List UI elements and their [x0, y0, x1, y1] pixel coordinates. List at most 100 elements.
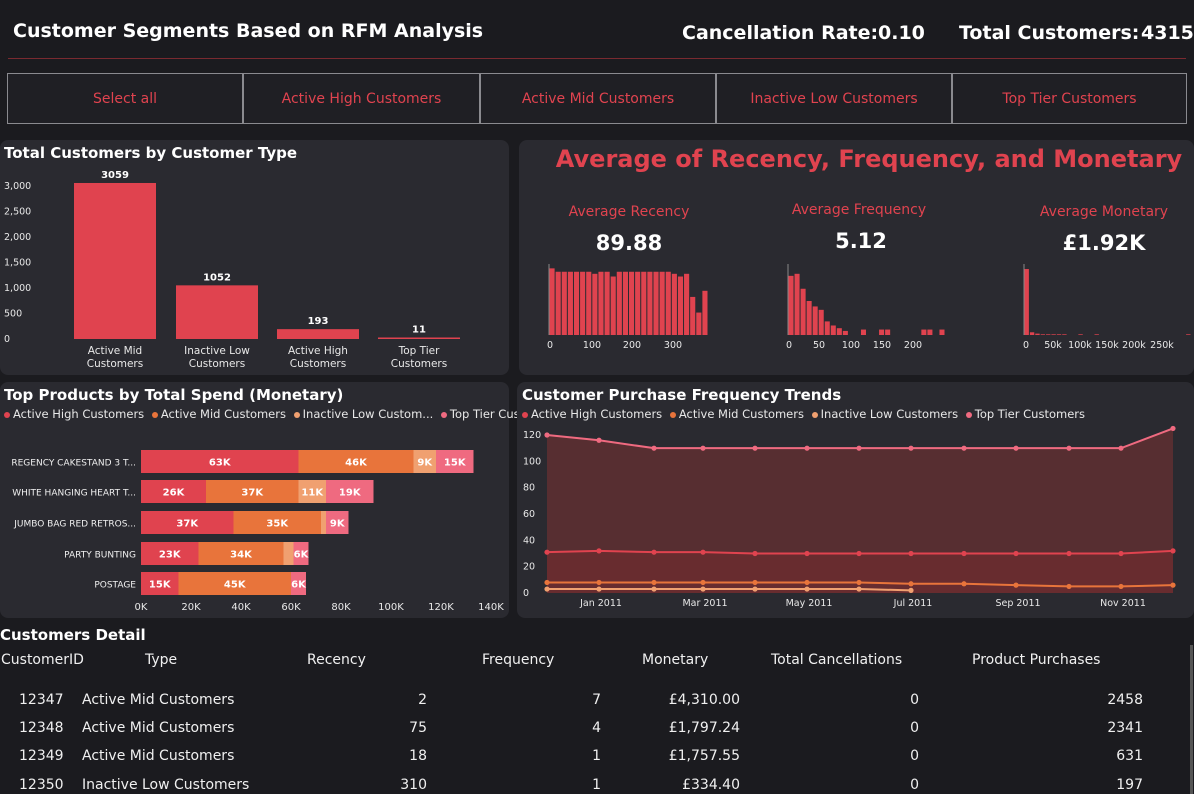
recency-bar: [629, 271, 635, 335]
frequency-bar: [927, 329, 933, 335]
total-customers-label: Total Customers:: [959, 22, 1140, 44]
segment-label: 6K: [294, 550, 310, 561]
column-header-product-purchases[interactable]: Product Purchases: [972, 652, 1100, 668]
x-tick-label: May 2011: [786, 598, 833, 609]
monetary-bar: [1046, 334, 1051, 335]
data-label: 3059: [101, 170, 129, 181]
product-label: WHITE HANGING HEART T...: [12, 489, 136, 499]
x-tick-label: 60K: [281, 602, 301, 613]
frequency-bar: [860, 329, 866, 335]
frequency-tick-label: 200: [904, 340, 922, 351]
y-tick-label: 40: [523, 535, 535, 546]
column-header-type[interactable]: Type: [145, 652, 177, 668]
recency-bar: [549, 268, 555, 335]
frequency-tick-label: 0: [786, 340, 792, 351]
y-tick-label: 20: [523, 562, 535, 573]
dashboard-title: Customer Segments Based on RFM Analysis: [13, 20, 484, 42]
recency-bar: [659, 271, 665, 335]
segment-label: 35K: [266, 519, 289, 530]
monetary-bar: [1029, 332, 1035, 335]
x-tick-label: Inactive Low: [184, 345, 250, 357]
data-point: [1013, 582, 1019, 588]
data-point: [856, 586, 862, 592]
slicer-inactive-low-button[interactable]: Inactive Low Customers: [716, 73, 952, 124]
data-point: [856, 550, 862, 557]
monetary-bar: [1035, 333, 1040, 335]
table-cell: 0: [910, 720, 919, 736]
column-header-frequency[interactable]: Frequency: [482, 652, 554, 668]
recency-bar: [580, 271, 586, 335]
frequency-bar: [806, 301, 812, 335]
recency-bar: [622, 271, 628, 335]
frequency-bar: [788, 275, 794, 335]
y-tick-label: 1,500: [4, 258, 31, 269]
column-header-customer-id[interactable]: CustomerID: [1, 652, 84, 668]
frequency-bar: [812, 306, 818, 335]
x-tick-label: Customers: [189, 358, 245, 370]
segment-label: 37K: [241, 488, 264, 499]
column-header-monetary[interactable]: Monetary: [642, 652, 708, 668]
monetary-tick-label: 100k: [1068, 340, 1092, 351]
recency-bar: [647, 271, 653, 335]
data-point: [961, 445, 967, 451]
table-cell: 12347: [19, 692, 64, 708]
slicer-active-mid-button[interactable]: Active Mid Customers: [480, 73, 716, 124]
recency-tick-label: 0: [547, 340, 553, 351]
x-tick-label: Sep 2011: [995, 598, 1040, 609]
monetary-tick-label: 250k: [1150, 340, 1174, 351]
monetary-bar: [1051, 334, 1056, 335]
table-cell: £334.40: [682, 777, 740, 793]
frequency-bar: [939, 329, 945, 335]
segment-label: 15K: [444, 458, 467, 469]
segment-label: 63K: [209, 458, 232, 469]
data-point: [700, 586, 706, 592]
monetary-tick-label: 50k: [1044, 340, 1062, 351]
slicer-active-high-button[interactable]: Active High Customers: [243, 73, 480, 124]
y-tick-label: 1,000: [4, 283, 31, 294]
table-cell: 2458: [1107, 692, 1143, 708]
x-tick-label: Jan 2011: [579, 598, 622, 609]
table-cell: 12350: [19, 777, 64, 793]
frequency-bar: [824, 321, 830, 335]
monetary-bar: [1062, 334, 1067, 335]
customers-by-type-chart: 3,000 2,500 2,000 1,500 1,000 500 0 3059 Active …: [4, 170, 460, 370]
top-products-panel: Top Products by Total Spend (Monetary) A…: [0, 382, 535, 618]
slicer-top-tier-button[interactable]: Top Tier Customers: [952, 73, 1187, 124]
table-cell: 0: [910, 777, 919, 793]
data-point: [651, 549, 657, 555]
table-cell: 0: [910, 692, 919, 708]
x-tick-label: 0K: [135, 602, 148, 613]
data-point: [908, 550, 914, 557]
data-point: [961, 581, 967, 587]
slicer-select-all-button[interactable]: Select all: [7, 73, 243, 124]
segment-label: 26K: [163, 488, 186, 499]
total-customers-value: 4315: [1141, 22, 1194, 44]
x-tick-label: Customers: [290, 358, 346, 370]
recency-bar: [684, 273, 690, 335]
segment-label: 19K: [339, 488, 362, 499]
data-point: [804, 579, 810, 586]
column-header-recency[interactable]: Recency: [307, 652, 366, 668]
y-tick-label: 100: [523, 456, 541, 467]
y-tick-label: 0: [523, 588, 529, 599]
table-cell: 2: [418, 692, 427, 708]
table-scrollbar[interactable]: [1190, 645, 1193, 794]
monetary-tick-label: 150k: [1095, 340, 1119, 351]
product-label: REGENCY CAKESTAND 3 T...: [11, 459, 136, 469]
column-header-total-cancellations[interactable]: Total Cancellations: [771, 652, 902, 668]
customers-detail-table: Customers Detail CustomerID Type Recency…: [0, 625, 1194, 794]
data-point: [908, 581, 914, 587]
data-point: [752, 445, 758, 451]
recency-bar: [641, 271, 647, 335]
cancellation-rate-label: Cancellation Rate:: [682, 22, 879, 44]
data-point: [544, 432, 550, 438]
monetary-bar: [1040, 334, 1046, 335]
data-point: [1013, 445, 1019, 451]
monetary-bar: [1094, 334, 1099, 335]
recency-bar: [555, 271, 561, 335]
x-tick-label: Top Tier: [398, 345, 441, 357]
x-tick-label: Mar 2011: [682, 598, 727, 609]
data-point: [544, 579, 550, 586]
table-cell: £1,757.55: [668, 748, 740, 764]
recency-tick-label: 100: [583, 340, 601, 351]
